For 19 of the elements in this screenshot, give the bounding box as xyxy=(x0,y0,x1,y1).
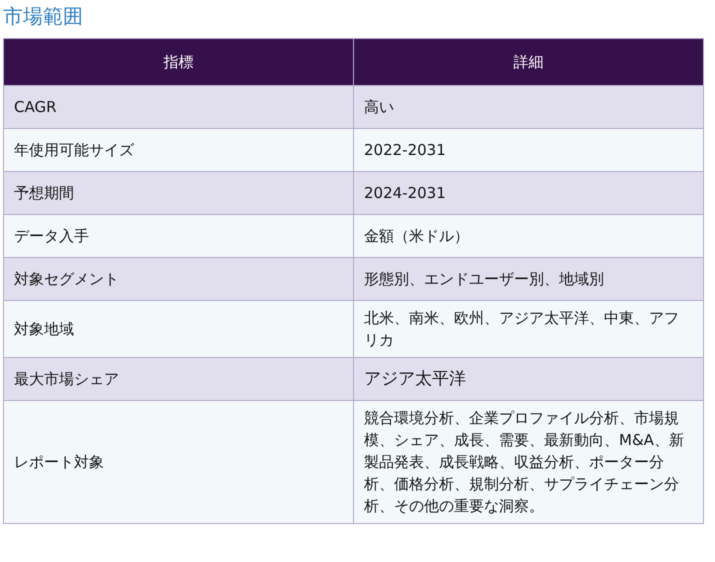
table-cell: 予想期間 xyxy=(4,172,354,214)
table-cell: CAGR xyxy=(4,86,354,128)
table-cell: 高い xyxy=(354,86,704,128)
table-cell: 年使用可能サイズ xyxy=(4,128,354,172)
table-cell: 対象地域 xyxy=(4,300,354,358)
table-cell: 北米、南米、欧州、アジア太平洋、中東、アフリカ xyxy=(354,300,704,358)
table-cell: 対象セグメント xyxy=(4,258,354,300)
table-cell: データ入手 xyxy=(4,214,354,258)
table-cell: 形態別、エンドユーザー別、地域別 xyxy=(354,258,704,300)
column-header: 指標 xyxy=(4,38,354,86)
table-cell: 金額（米ドル） xyxy=(354,214,704,258)
table-cell: レポート対象 xyxy=(4,400,354,524)
section-title: 市場範囲 xyxy=(3,3,84,30)
table-cell: 2022-2031 xyxy=(354,128,704,172)
table-cell: 競合環境分析、企業プロファイル分析、市場規模、シェア、成長、需要、最新動向、M&A、新製品発表、成長戦略、収益分析、ポーター分析、価格分析、規制分析、サプライチェーン分析、その他の重要な洞察。 xyxy=(354,400,704,524)
table-cell: アジア太平洋 xyxy=(354,358,704,400)
table-cell: 最大市場シェア xyxy=(4,358,354,400)
table-cell: 2024-2031 xyxy=(354,172,704,214)
column-header: 詳細 xyxy=(354,38,704,86)
